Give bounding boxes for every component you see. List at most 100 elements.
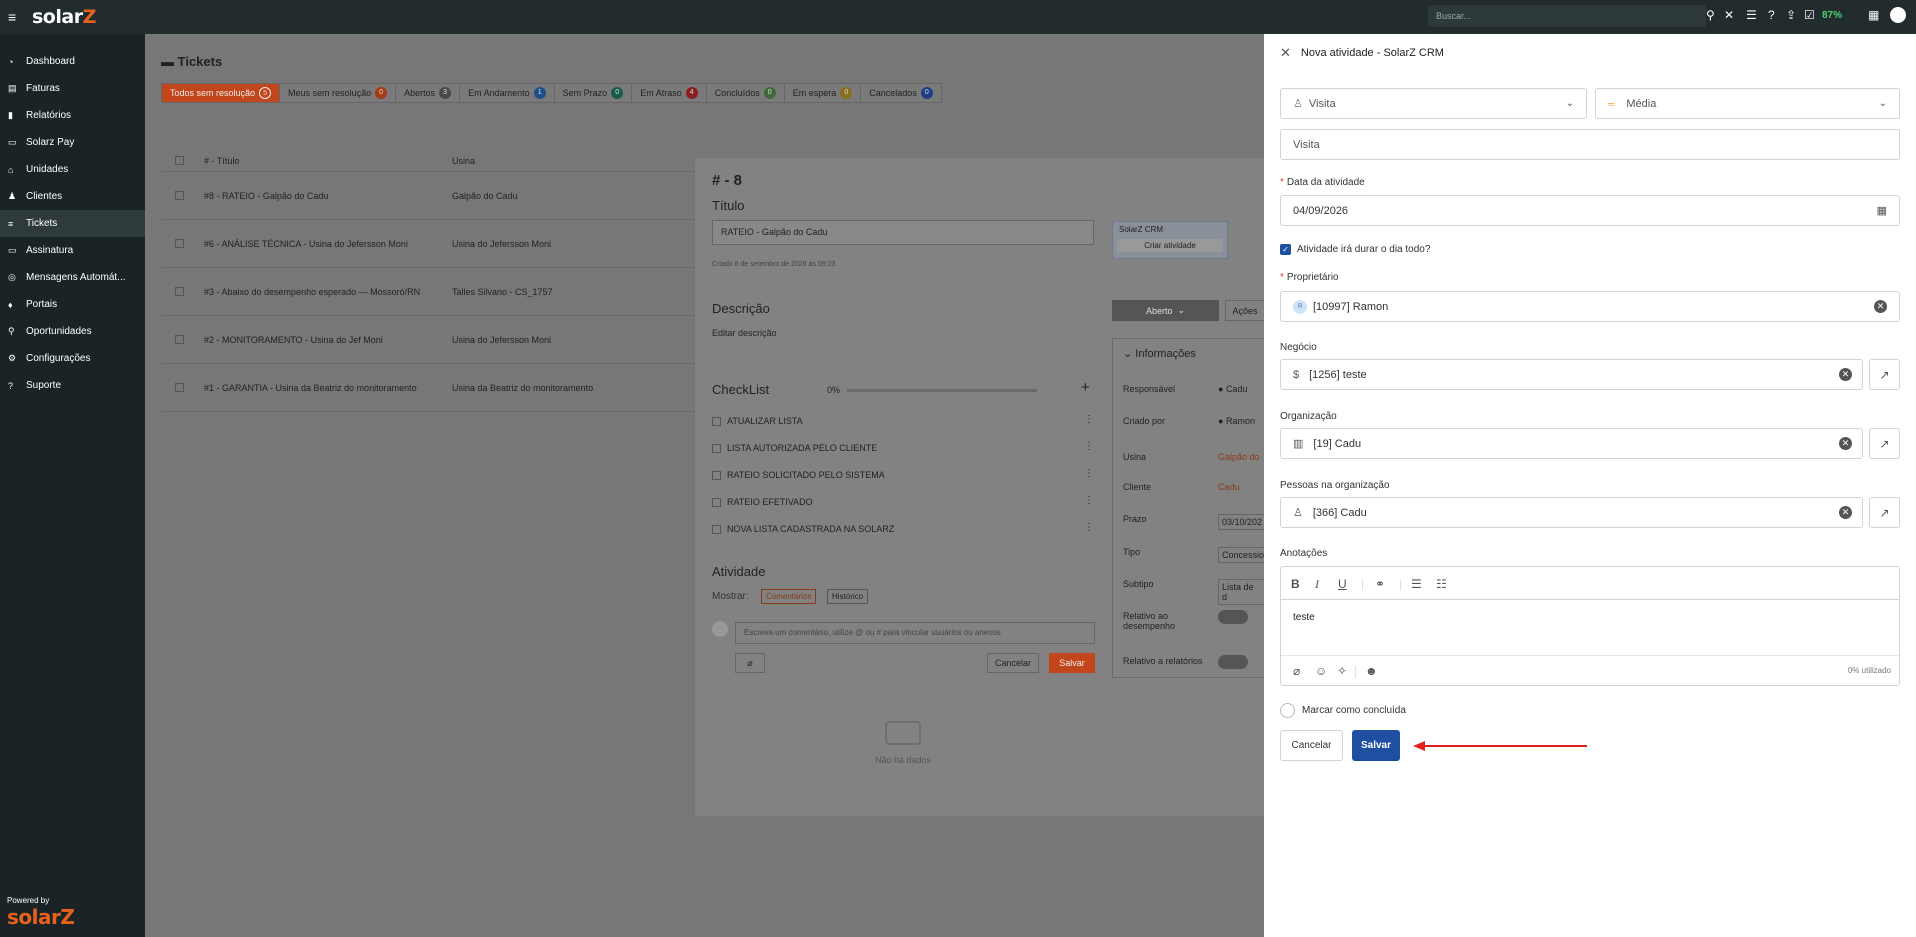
mark-complete-row[interactable]: Marcar como concluída: [1280, 703, 1406, 718]
save-button[interactable]: Salvar: [1352, 730, 1400, 761]
more-icon[interactable]: ⋮: [1084, 468, 1094, 479]
clear-icon[interactable]: ✕: [1839, 506, 1852, 519]
notes-editor[interactable]: B I U | ⚭ | ☰ ☷ teste ⌀ ☺ ✧ | ☻ 0% utili…: [1280, 566, 1900, 686]
relative-reports-toggle[interactable]: [1218, 655, 1248, 669]
sidebar-item-assinatura[interactable]: ▭ Assinatura: [0, 237, 145, 264]
checklist-item[interactable]: NOVA LISTA CADASTRADA NA SOLARZ: [712, 524, 894, 534]
info-value-link[interactable]: Galpão do: [1218, 452, 1260, 462]
tab-comments[interactable]: Comentários: [761, 589, 817, 604]
organization-select[interactable]: ▥ [19] Cadu ✕: [1280, 428, 1863, 459]
underline-icon[interactable]: U: [1338, 577, 1347, 591]
italic-icon[interactable]: I: [1315, 577, 1319, 592]
tab-history[interactable]: Histórico: [827, 589, 869, 604]
emoji-icon[interactable]: ☻: [1365, 664, 1378, 678]
sidebar-item-suporte[interactable]: ? Suporte: [0, 372, 145, 399]
menu-icon[interactable]: ≡: [8, 9, 22, 25]
owner-select[interactable]: R [10997] Ramon ✕: [1280, 291, 1900, 322]
check-icon[interactable]: ✓: [1280, 244, 1291, 255]
tab-todos-sem-resolucao[interactable]: Todos sem resolução 5: [161, 83, 281, 103]
checklist-item[interactable]: LISTA AUTORIZADA PELO CLIENTE: [712, 443, 877, 453]
search-input[interactable]: Buscar...: [1428, 5, 1706, 27]
clear-icon[interactable]: ✕: [1839, 437, 1852, 450]
sidebar-item-oportunidades[interactable]: ⚲ Oportunidades: [0, 318, 145, 345]
open-external-icon[interactable]: ↗: [1869, 428, 1900, 459]
upload-icon[interactable]: ⇪: [1786, 8, 1796, 22]
select-all-checkbox[interactable]: [175, 156, 184, 165]
priority-select[interactable]: ═ Média ⌄: [1595, 88, 1900, 119]
user-avatar[interactable]: [1890, 7, 1906, 23]
date-input[interactable]: 04/09/2026 ▦: [1280, 195, 1900, 226]
checklist-item[interactable]: RATEIO EFETIVADO: [712, 497, 813, 507]
status-dropdown[interactable]: Aberto ⌄: [1112, 300, 1219, 321]
attach-icon[interactable]: ⌀: [1293, 664, 1300, 678]
info-value-field[interactable]: 03/10/202: [1218, 514, 1267, 530]
actions-button[interactable]: Ações: [1225, 300, 1265, 321]
sidebar-item-unidades[interactable]: ⌂ Unidades: [0, 156, 145, 183]
checkbox[interactable]: [712, 470, 721, 480]
bold-icon[interactable]: B: [1291, 577, 1300, 591]
tab-concluidos[interactable]: Concluídos 0: [705, 83, 785, 103]
row-checkbox[interactable]: [175, 287, 184, 296]
link-icon[interactable]: ⚭: [1375, 577, 1385, 591]
checkbox[interactable]: [712, 524, 721, 534]
title-input[interactable]: RATEIO - Galpão do Cadu: [712, 220, 1094, 245]
cancel-comment-button[interactable]: Cancelar: [987, 653, 1039, 673]
column-header-usina[interactable]: Usina: [452, 156, 652, 166]
sidebar-item-tickets[interactable]: ≡ Tickets: [0, 210, 145, 237]
people-select[interactable]: ♙ [366] Cadu ✕: [1280, 497, 1863, 528]
checklist-item[interactable]: RATEIO SOLICITADO PELO SISTEMA: [712, 470, 885, 480]
sidebar-item-faturas[interactable]: ▤ Faturas: [0, 75, 145, 102]
attach-icon[interactable]: ⌀: [735, 653, 765, 673]
tasks-icon[interactable]: ☑: [1804, 8, 1815, 22]
create-activity-button[interactable]: Criar atividade: [1117, 239, 1223, 252]
more-icon[interactable]: ⋮: [1084, 522, 1094, 533]
close-icon[interactable]: ✕: [1280, 45, 1291, 61]
clear-icon[interactable]: ✕: [1839, 368, 1852, 381]
comment-input[interactable]: Escreva um comentário, utilize @ ou # pa…: [735, 622, 1095, 644]
tab-meus-sem-resolucao[interactable]: Meus sem resolução 0: [279, 83, 397, 103]
more-icon[interactable]: ⋮: [1084, 414, 1094, 425]
bullet-list-icon[interactable]: ☰: [1411, 577, 1422, 591]
magic-icon[interactable]: ✧: [1337, 664, 1347, 678]
notifications-off-icon[interactable]: ✕: [1724, 8, 1734, 22]
info-value-link[interactable]: Cadu: [1218, 482, 1240, 492]
apps-grid-icon[interactable]: ▦: [1868, 8, 1879, 22]
sidebar-item-configuracoes[interactable]: ⚙ Configurações: [0, 345, 145, 372]
tab-em-espera[interactable]: Em espera 0: [783, 83, 862, 103]
relative-performance-toggle[interactable]: [1218, 610, 1248, 624]
open-external-icon[interactable]: ↗: [1869, 359, 1900, 390]
tab-sem-prazo[interactable]: Sem Prazo 0: [553, 83, 633, 103]
more-icon[interactable]: ⋮: [1084, 495, 1094, 506]
tab-em-atraso[interactable]: Em Atraso 4: [631, 83, 707, 103]
row-checkbox[interactable]: [175, 335, 184, 344]
numbered-list-icon[interactable]: ☷: [1436, 577, 1447, 591]
mention-icon[interactable]: ☺: [1315, 664, 1327, 678]
checkbox[interactable]: [712, 416, 721, 426]
sidebar-item-mensagens[interactable]: ◎ Mensagens Automát...: [0, 264, 145, 291]
more-icon[interactable]: ⋮: [1084, 441, 1094, 452]
open-external-icon[interactable]: ↗: [1869, 497, 1900, 528]
row-checkbox[interactable]: [175, 191, 184, 200]
help-icon[interactable]: ?: [1768, 8, 1775, 22]
complete-radio[interactable]: [1280, 703, 1295, 718]
checkbox[interactable]: [712, 443, 721, 453]
sidebar-item-relatorios[interactable]: ▮ Relatórios: [0, 102, 145, 129]
add-checklist-icon[interactable]: +: [1081, 379, 1090, 396]
activity-type-select[interactable]: ♙ Visita ⌄: [1280, 88, 1587, 119]
all-day-checkbox-row[interactable]: ✓ Atividade irá durar o dia todo?: [1280, 244, 1430, 255]
deal-select[interactable]: $ [1256] teste ✕: [1280, 359, 1863, 390]
checkbox[interactable]: [712, 497, 721, 507]
info-value-field[interactable]: Lista de d: [1218, 579, 1265, 605]
search-icon[interactable]: ⚲: [1706, 8, 1715, 22]
calendar-icon[interactable]: ▦: [1877, 204, 1887, 217]
sidebar-item-dashboard[interactable]: ◔ Dashboard: [0, 48, 145, 75]
tab-em-andamento[interactable]: Em Andamento 1: [459, 83, 555, 103]
tab-cancelados[interactable]: Cancelados 0: [860, 83, 942, 103]
save-comment-button[interactable]: Salvar: [1049, 653, 1095, 673]
notes-text[interactable]: teste: [1293, 612, 1315, 623]
sidebar-item-clientes[interactable]: ♟ Clientes: [0, 183, 145, 210]
tab-abertos[interactable]: Abertos 3: [395, 83, 461, 103]
row-checkbox[interactable]: [175, 383, 184, 392]
logo[interactable]: solarZ: [32, 6, 96, 28]
sidebar-item-solarz-pay[interactable]: ▭ Solarz Pay: [0, 129, 145, 156]
